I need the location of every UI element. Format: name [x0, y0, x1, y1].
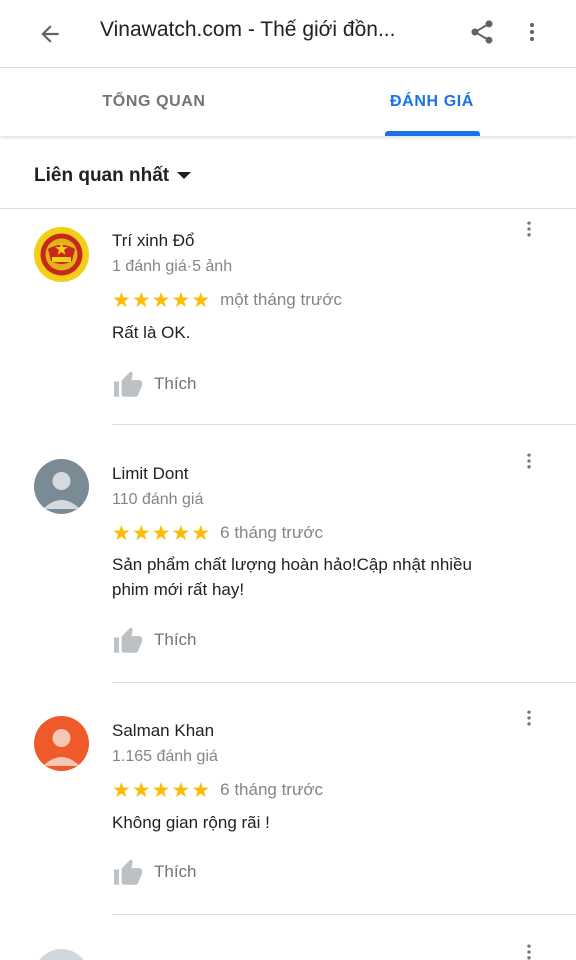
- like-button[interactable]: Thích: [112, 370, 197, 398]
- review-item-partial: [0, 935, 576, 960]
- review-text: Không gian rộng rãi !: [112, 813, 270, 832]
- star-icon: ★: [171, 288, 191, 312]
- star-icon: ★: [131, 288, 151, 312]
- rating-row: ★ ★ ★ ★ ★ 6 tháng trước: [112, 778, 323, 802]
- review-text: Sản phẩm chất lượng hoàn hảo!Cập nhật nh…: [112, 555, 472, 599]
- star-icon: ★: [131, 521, 151, 545]
- person-icon: [43, 729, 80, 766]
- divider: [112, 424, 576, 425]
- review-date: 6 tháng trước: [220, 523, 323, 542]
- star-icon: ★: [171, 778, 191, 802]
- tab-reviews[interactable]: ĐÁNH GIÁ: [318, 68, 546, 136]
- avatar[interactable]: [34, 949, 89, 960]
- reviewer-name[interactable]: Trí xinh Đổ: [112, 231, 195, 251]
- avatar[interactable]: [34, 459, 89, 514]
- star-icon: ★: [112, 778, 131, 802]
- star-icon: ★: [131, 778, 151, 802]
- sort-bar: Liên quan nhất: [0, 145, 576, 209]
- review-more-button[interactable]: [516, 703, 542, 733]
- star-icon: ★: [151, 521, 171, 545]
- more-options-button[interactable]: [514, 12, 550, 52]
- star-icon: ★: [151, 288, 171, 312]
- tab-overview[interactable]: TỔNG QUAN: [40, 68, 268, 136]
- thumb-up-icon: [114, 859, 142, 885]
- emblem-avatar-icon: [34, 227, 89, 282]
- reviewer-meta: 1 đánh giá·5 ảnh: [112, 258, 233, 275]
- star-icon: ★: [191, 778, 211, 802]
- review-more-button[interactable]: [516, 214, 542, 244]
- like-label: Thích: [154, 862, 197, 881]
- divider: [112, 914, 576, 915]
- tab-bar: TỔNG QUAN ĐÁNH GIÁ: [0, 68, 576, 136]
- review-item: Trí xinh Đổ 1 đánh giá·5 ảnh ★ ★ ★ ★ ★ m…: [0, 210, 576, 425]
- review-more-button[interactable]: [516, 446, 542, 476]
- page-title: Vinawatch.com - Thế giới đồn...: [100, 18, 396, 41]
- star-icon: ★: [151, 778, 171, 802]
- reviewer-name[interactable]: Salman Khan: [112, 721, 214, 741]
- rating-row: ★ ★ ★ ★ ★ một tháng trước: [112, 288, 342, 312]
- star-icon: ★: [112, 521, 131, 545]
- sort-label: Liên quan nhất: [34, 165, 170, 186]
- app-bar: Vinawatch.com - Thế giới đồn...: [0, 0, 576, 68]
- review-text: Rất là OK.: [112, 323, 191, 342]
- reviewer-meta: 1.165 đánh giá: [112, 748, 218, 765]
- divider: [112, 682, 576, 683]
- star-rating: ★ ★ ★ ★ ★: [112, 523, 210, 544]
- arrow-back-icon: [41, 25, 59, 43]
- star-icon: ★: [171, 521, 191, 545]
- like-button[interactable]: Thích: [112, 626, 197, 654]
- avatar[interactable]: [34, 227, 89, 282]
- more-vert-icon: [530, 23, 534, 41]
- more-vert-icon: [527, 944, 531, 960]
- share-icon: [471, 20, 493, 44]
- back-button[interactable]: [30, 14, 70, 54]
- star-icon: ★: [191, 521, 211, 545]
- like-button[interactable]: Thích: [112, 858, 197, 886]
- more-vert-icon: [527, 221, 531, 237]
- thumb-up-icon: [114, 627, 142, 653]
- review-date: 6 tháng trước: [220, 780, 323, 799]
- like-label: Thích: [154, 374, 197, 393]
- review-more-button[interactable]: [516, 937, 542, 960]
- star-rating: ★ ★ ★ ★ ★: [112, 780, 210, 801]
- reviewer-name[interactable]: Limit Dont: [112, 464, 189, 484]
- star-rating: ★ ★ ★ ★ ★: [112, 290, 210, 311]
- sort-dropdown[interactable]: Liên quan nhất: [34, 165, 192, 187]
- star-icon: ★: [191, 288, 211, 312]
- review-item: Salman Khan 1.165 đánh giá ★ ★ ★ ★ ★ 6 t…: [0, 700, 576, 915]
- more-vert-icon: [527, 453, 531, 469]
- like-label: Thích: [154, 630, 197, 649]
- dropdown-arrow-icon: [177, 172, 192, 179]
- review-item: Limit Dont 110 đánh giá ★ ★ ★ ★ ★ 6 thán…: [0, 443, 576, 683]
- reviewer-meta: 110 đánh giá: [112, 491, 204, 508]
- rating-row: ★ ★ ★ ★ ★ 6 tháng trước: [112, 521, 323, 545]
- thumb-up-icon: [114, 371, 142, 397]
- share-button[interactable]: [462, 12, 502, 52]
- avatar[interactable]: [34, 716, 89, 771]
- review-date: một tháng trước: [220, 290, 342, 309]
- person-icon: [43, 472, 80, 509]
- more-vert-icon: [527, 710, 531, 726]
- star-icon: ★: [112, 288, 131, 312]
- active-tab-indicator: [385, 131, 480, 136]
